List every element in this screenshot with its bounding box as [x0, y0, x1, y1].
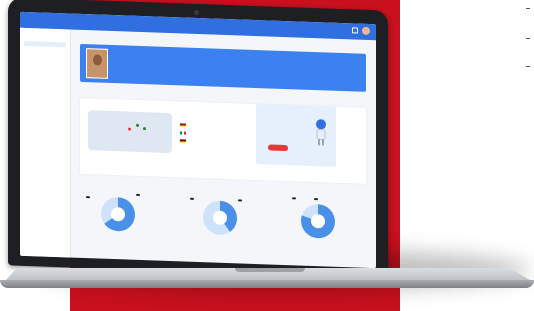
country-row: [180, 123, 186, 127]
sidebar-item[interactable]: [24, 104, 66, 110]
chart-title: [84, 184, 154, 186]
sidebar-item[interactable]: [24, 140, 66, 146]
decorative-tick-marks: [518, 0, 530, 90]
map-pin-icon[interactable]: [136, 123, 139, 127]
profile-contact: [190, 53, 240, 55]
main-content: [74, 34, 372, 266]
robot-icon: [316, 119, 326, 146]
sidebar-item[interactable]: [24, 131, 66, 137]
notification-icon[interactable]: [352, 27, 358, 34]
map-pin-icon[interactable]: [143, 127, 146, 131]
promo-text: [262, 114, 306, 116]
chart-title: [284, 191, 354, 193]
chart-tooltip: [292, 197, 296, 200]
webcam-icon: [194, 9, 199, 16]
profile-meta: [250, 55, 300, 57]
chart-card: [186, 188, 256, 250]
donut-chart[interactable]: [203, 200, 237, 236]
flag-icon: [180, 123, 186, 127]
donut-chart[interactable]: [101, 196, 135, 232]
chart-tooltip: [136, 193, 140, 196]
chart-tooltip: [190, 197, 194, 200]
promo-button[interactable]: [268, 144, 288, 152]
sidebar-item[interactable]: [24, 86, 66, 92]
sidebar-item[interactable]: [24, 68, 66, 74]
world-map: [88, 110, 172, 154]
sidebar-item[interactable]: [24, 59, 66, 65]
sidebar-item[interactable]: [24, 194, 66, 200]
donut-chart[interactable]: [301, 203, 335, 239]
flag-icon: [180, 139, 186, 143]
laptop-base: [0, 268, 534, 294]
laptop-base-edge: [0, 280, 534, 288]
country-row: [180, 139, 186, 143]
profile-details: [120, 50, 170, 52]
sidebar-item-active[interactable]: [24, 40, 66, 48]
sidebar: [20, 27, 71, 258]
sidebar-item[interactable]: [24, 149, 66, 155]
chart-tooltip: [314, 198, 318, 201]
promo-card: [256, 104, 336, 167]
chart-card: [284, 191, 354, 253]
user-avatar[interactable]: [362, 26, 370, 36]
sidebar-item[interactable]: [24, 113, 66, 119]
sidebar-item[interactable]: [24, 77, 66, 83]
sidebar-item[interactable]: [24, 122, 66, 128]
chart-tooltip: [238, 199, 242, 202]
sidebar-item[interactable]: [24, 203, 66, 209]
flag-icon: [180, 131, 186, 135]
laptop-screen: [20, 11, 376, 269]
sidebar-item[interactable]: [24, 50, 66, 56]
profile-photo: [86, 48, 108, 79]
sidebar-item[interactable]: [24, 185, 66, 191]
map-pin-icon[interactable]: [128, 127, 131, 131]
sidebar-item[interactable]: [24, 176, 66, 182]
chart-title: [186, 188, 256, 190]
overview-card: [80, 97, 366, 184]
sidebar-item[interactable]: [24, 158, 66, 164]
header-actions: [352, 26, 370, 36]
profile-card: [80, 43, 366, 92]
lid-opening-notch: [235, 268, 305, 272]
chart-card: [84, 184, 154, 246]
sidebar-item[interactable]: [24, 32, 66, 38]
laptop-lid: [8, 0, 388, 279]
chart-tooltip: [86, 196, 90, 199]
sidebar-item[interactable]: [24, 167, 66, 173]
sidebar-item[interactable]: [24, 95, 66, 101]
country-row: [180, 131, 186, 135]
